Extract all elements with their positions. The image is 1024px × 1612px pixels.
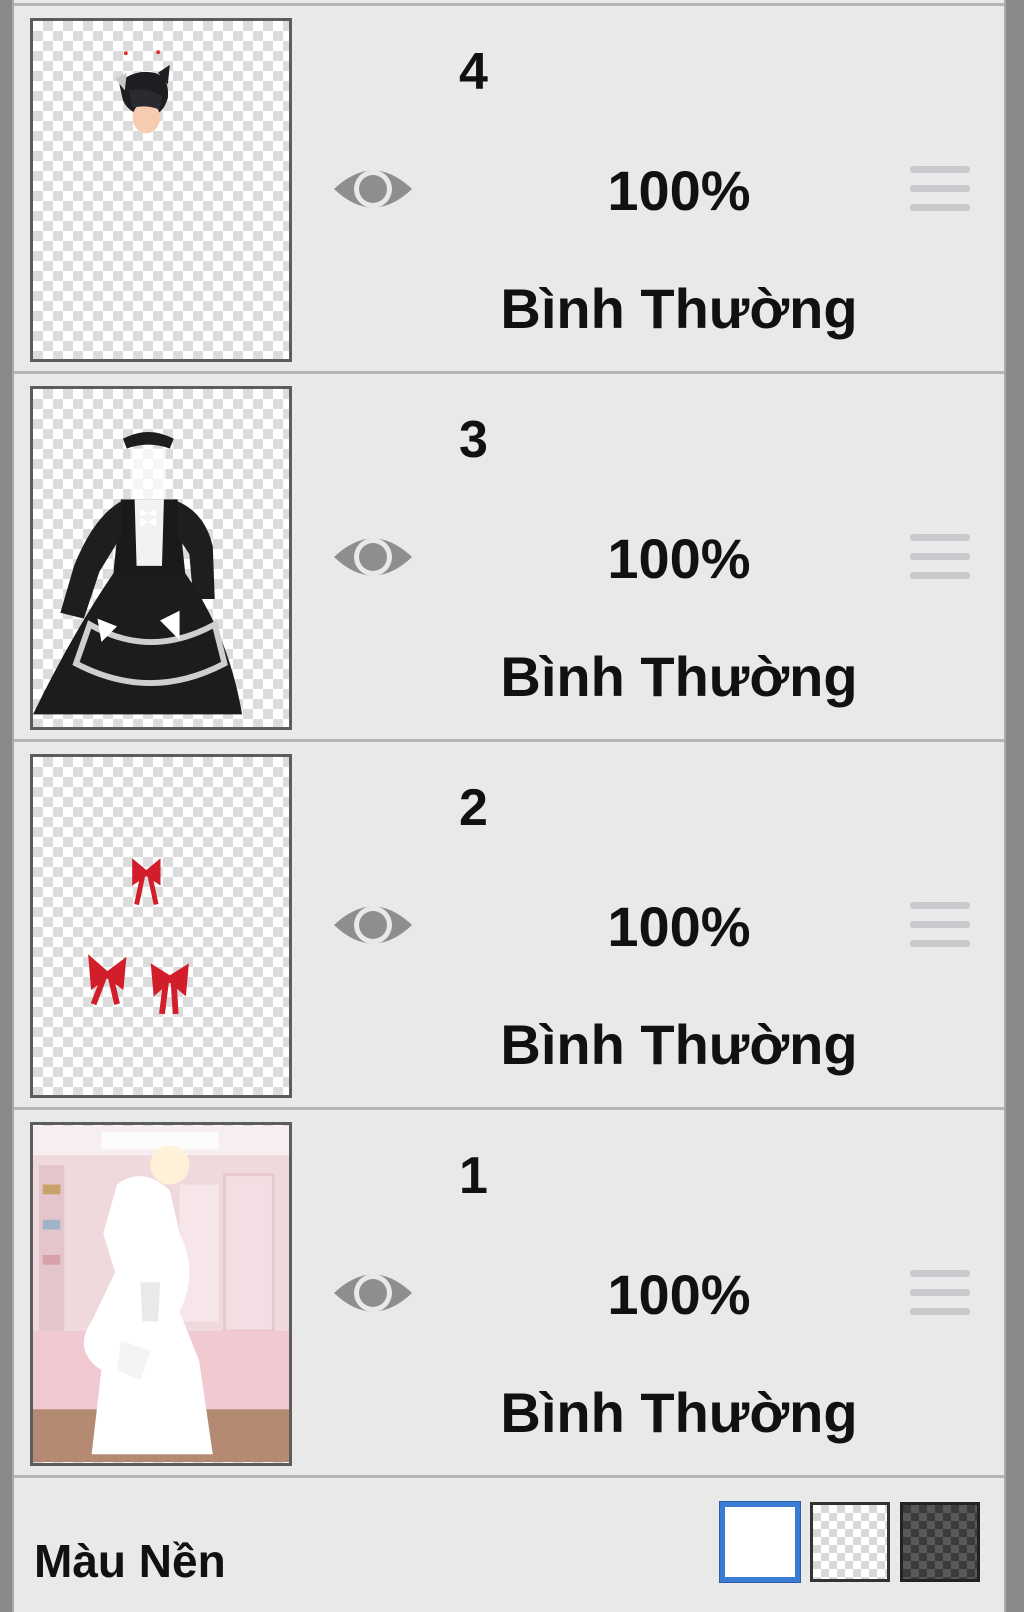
drag-handle-icon[interactable] <box>910 902 970 954</box>
eye-icon[interactable] <box>330 1262 416 1324</box>
layer-blend-mode[interactable]: Bình Thường <box>494 276 864 341</box>
room-thumbnail-art <box>33 1125 289 1463</box>
dress-thumbnail-art <box>33 431 243 715</box>
layer-row-3[interactable]: 3 100% Bình Thường <box>14 374 1004 742</box>
layer-number: 2 <box>459 779 488 837</box>
layer-thumbnail[interactable] <box>30 18 292 362</box>
swatch-dark-checker[interactable] <box>900 1502 980 1582</box>
layer-row-1[interactable]: 1 100% Bình Thường <box>14 1110 1004 1478</box>
drag-handle-icon[interactable] <box>910 166 970 218</box>
layer-row-4[interactable]: 4 100% Bình Thường <box>14 6 1004 374</box>
layer-number: 3 <box>459 411 488 469</box>
bows-thumbnail-art <box>88 858 189 1015</box>
swatch-transparent[interactable] <box>810 1502 890 1582</box>
layer-thumbnail[interactable] <box>30 386 292 730</box>
eye-icon[interactable] <box>330 158 416 220</box>
layer-number: 1 <box>459 1147 488 1205</box>
head-thumbnail-art <box>115 50 170 134</box>
layer-opacity[interactable]: 100% <box>534 1262 824 1327</box>
layer-blend-mode[interactable]: Bình Thường <box>494 1380 864 1445</box>
layers-panel: 4 100% Bình Thường 3 100% Bình Thường 2 … <box>12 0 1006 1612</box>
background-color-row: Màu Nền <box>14 1482 1004 1612</box>
layer-row-2[interactable]: 2 100% Bình Thường <box>14 742 1004 1110</box>
layer-opacity[interactable]: 100% <box>534 526 824 591</box>
swatch-white[interactable] <box>719 1501 801 1583</box>
eye-icon[interactable] <box>330 894 416 956</box>
eye-icon[interactable] <box>330 526 416 588</box>
layer-thumbnail[interactable] <box>30 754 292 1098</box>
drag-handle-icon[interactable] <box>910 1270 970 1322</box>
layer-thumbnail[interactable] <box>30 1122 292 1466</box>
layer-opacity[interactable]: 100% <box>534 894 824 959</box>
drag-handle-icon[interactable] <box>910 534 970 586</box>
layer-blend-mode[interactable]: Bình Thường <box>494 1012 864 1077</box>
layer-opacity[interactable]: 100% <box>534 158 824 223</box>
layer-blend-mode[interactable]: Bình Thường <box>494 644 864 709</box>
background-color-label: Màu Nền <box>34 1535 226 1587</box>
layer-number: 4 <box>459 43 488 101</box>
